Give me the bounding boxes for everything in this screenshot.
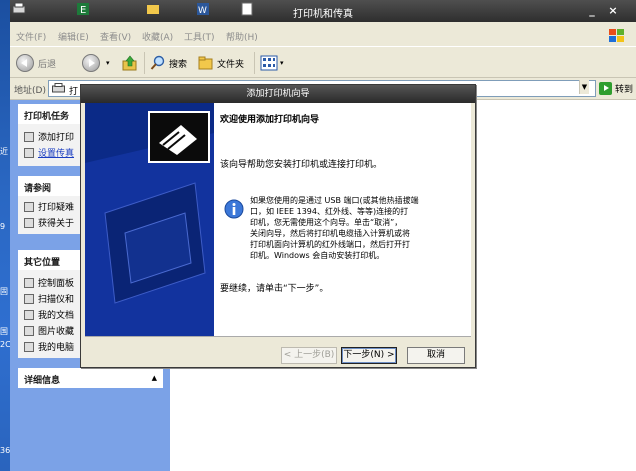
close-button[interactable]: × (606, 4, 620, 18)
go-label: 转到 (615, 85, 634, 95)
documents-icon (24, 309, 34, 320)
place-control-panel[interactable]: 控制面板 (24, 276, 74, 289)
task-setup-fax[interactable]: 设置传真 (24, 146, 74, 159)
menu-tools[interactable]: 工具(T) (184, 30, 215, 43)
task-add-printer[interactable]: 添加打印 (24, 130, 74, 143)
folders-label: 文件夹 (217, 59, 245, 70)
computer-icon (24, 341, 34, 352)
wizard-heading: 欢迎使用添加打印机向导 (220, 115, 320, 125)
add-printer-icon (24, 131, 34, 142)
menu-file[interactable]: 文件(F) (16, 30, 46, 43)
wizard-footer: < 上一步(B) 下一步(N) > 取消 (85, 336, 471, 366)
search-label: 搜索 (169, 59, 188, 70)
info-icon (224, 199, 244, 219)
pictures-icon (24, 325, 34, 336)
watermark-cn: 脚本之家 (558, 445, 630, 466)
views-dropdown-icon: ▾ (280, 59, 284, 67)
go-arrow-icon (599, 82, 612, 95)
go-button[interactable]: 转到 (599, 80, 633, 97)
desktop-label: 36 (0, 446, 11, 455)
address-dropdown-icon[interactable]: ▼ (579, 80, 589, 94)
help-icon (24, 201, 34, 212)
back-button[interactable]: 后退 (16, 53, 56, 73)
place-my-pictures[interactable]: 图片收藏 (24, 324, 74, 337)
details-panel: 详细信息 ▲ (18, 368, 163, 388)
help-icon (24, 217, 34, 228)
printer-folder-icon (52, 83, 65, 93)
back-label: 后退 (38, 59, 57, 70)
minimize-button[interactable]: _ (585, 4, 599, 18)
menu-view[interactable]: 查看(V) (100, 30, 131, 43)
add-printer-wizard-dialog: 添加打印机向导 欢迎使用添加打印机向导 该向导帮助您安装打印机或连接打印机。 如… (80, 84, 476, 368)
wizard-continue-text: 要继续，请单击“下一步”。 (220, 284, 329, 294)
title-bar[interactable]: E W 打印机和传真 _ × (10, 0, 636, 22)
windows-logo-icon (609, 29, 624, 42)
wizard-banner-graphic (85, 103, 214, 336)
toolbar: 后退 ▾ 搜索 文件夹 ▾ (10, 46, 636, 78)
menu-help[interactable]: 帮助(H) (226, 30, 258, 43)
task-troubleshoot-printing[interactable]: 打印疑难 (24, 200, 74, 213)
wizard-body: 欢迎使用添加打印机向导 该向导帮助您安装打印机或连接打印机。 如果您使用的是通过… (214, 103, 471, 336)
menu-bar: 文件(F) 编辑(E) 查看(V) 收藏(A) 工具(T) 帮助(H) (10, 24, 636, 46)
watermark: jb51.net 脚本之家 (558, 423, 630, 467)
views-icon (260, 55, 278, 71)
wizard-side-banner (85, 103, 214, 336)
address-value: 打 (69, 87, 79, 97)
place-scanners[interactable]: 扫描仪和 (24, 292, 74, 305)
wizard-next-button[interactable]: 下一步(N) > (341, 347, 397, 364)
forward-button[interactable]: ▾ (82, 53, 110, 73)
wizard-title[interactable]: 添加打印机向导 (81, 85, 475, 103)
back-arrow-icon (16, 54, 34, 72)
place-my-documents[interactable]: 我的文档 (24, 308, 74, 321)
menu-favorites[interactable]: 收藏(A) (142, 30, 173, 43)
desktop-label: 固 (0, 287, 8, 296)
wizard-back-button[interactable]: < 上一步(B) (281, 347, 337, 364)
desktop-label: 国 (0, 327, 8, 336)
folders-icon (198, 56, 213, 70)
search-button[interactable]: 搜索 (150, 53, 187, 73)
watermark-site: jb51.net (567, 423, 630, 441)
explorer-window: E W 打印机和传真 _ × 文件(F) 编辑(E) 查看(V) 收藏(A) 工… (10, 0, 636, 471)
wizard-intro: 该向导帮助您安装打印机或连接打印机。 (220, 160, 383, 170)
control-panel-icon (24, 277, 34, 288)
place-my-computer[interactable]: 我的电脑 (24, 340, 74, 353)
desktop-label: 近 (0, 147, 8, 156)
task-get-help[interactable]: 获得关于 (24, 216, 74, 229)
expand-chevron-icon[interactable]: ▲ (152, 374, 157, 382)
search-icon (150, 55, 165, 70)
scanner-icon (24, 293, 34, 304)
folders-button[interactable]: 文件夹 (198, 53, 244, 73)
window-title: 打印机和传真 (293, 9, 353, 20)
details-heading[interactable]: 详细信息 (18, 368, 163, 388)
views-button[interactable]: ▾ (260, 53, 284, 73)
forward-arrow-icon (82, 54, 100, 72)
menu-edit[interactable]: 编辑(E) (58, 30, 89, 43)
desktop-label: 9 (0, 222, 6, 231)
up-folder-icon[interactable] (122, 55, 138, 71)
forward-dropdown-icon: ▾ (106, 59, 110, 67)
wizard-cancel-button[interactable]: 取消 (407, 347, 465, 364)
wizard-usb-note: 如果您使用的是通过 USB 端口(或其他热插拔端 口，如 IEEE 1394、红… (250, 196, 419, 260)
address-label: 地址(D) (14, 86, 46, 96)
fax-icon (24, 147, 34, 158)
